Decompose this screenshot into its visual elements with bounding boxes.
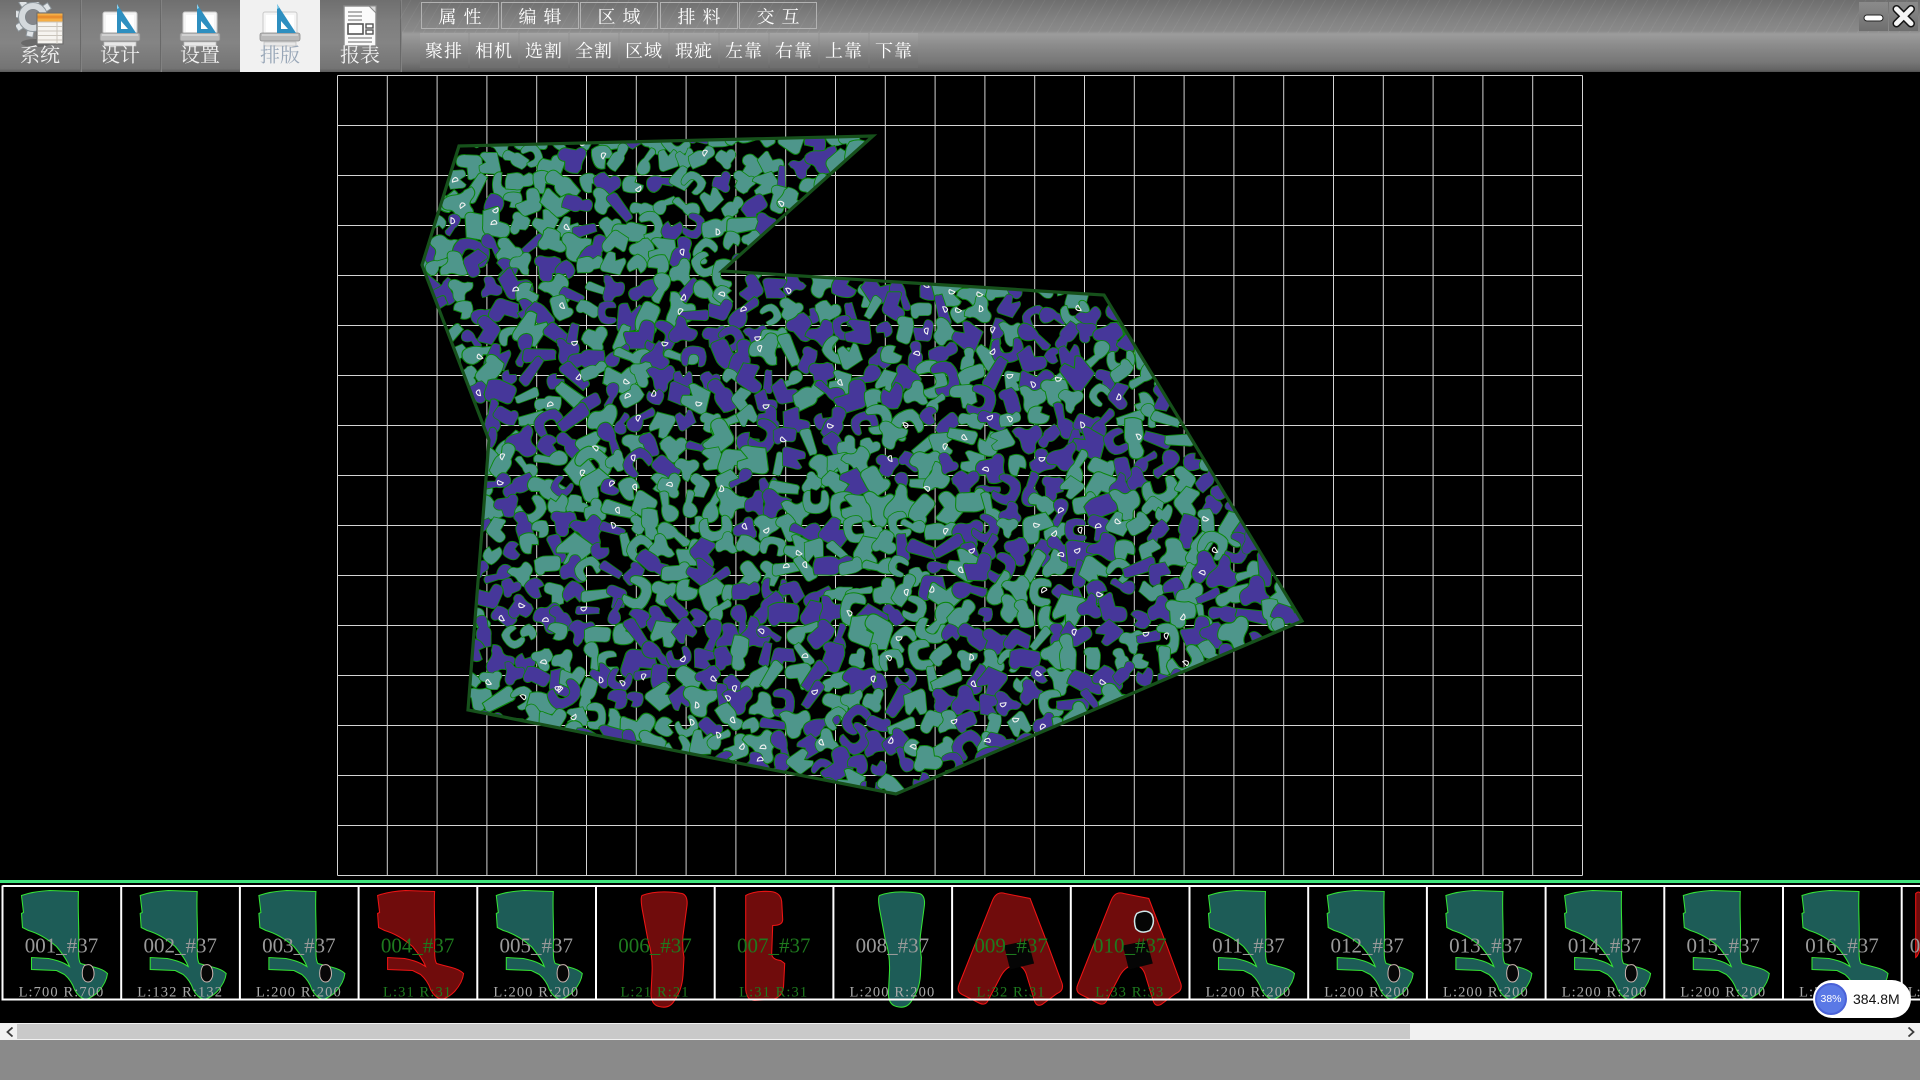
svg-text:008_#37: 008_#37 [856, 934, 930, 958]
svg-text:L:200 R:200: L:200 R:200 [256, 985, 342, 1001]
svg-text:L:200 R:200: L:200 R:200 [1324, 985, 1410, 1001]
svg-text:009_#37: 009_#37 [974, 934, 1048, 958]
svg-text:004_#37: 004_#37 [381, 934, 455, 958]
svg-text:005_#37: 005_#37 [500, 934, 574, 958]
svg-text:L:200 R:200: L:200 R:200 [1443, 985, 1529, 1001]
svg-text:L:32 R:31: L:32 R:31 [977, 985, 1046, 1001]
svg-text:L:200 R:200: L:200 R:200 [493, 985, 579, 1001]
svg-text:L:700 R:700: L:700 R:700 [19, 985, 105, 1001]
svg-text:L:31 R:31: L:31 R:31 [383, 985, 452, 1001]
svg-text:L:132 R:132: L:132 R:132 [137, 985, 223, 1001]
svg-text:L:200 R:200: L:200 R:200 [849, 985, 935, 1001]
svg-text:015_#37: 015_#37 [1687, 934, 1761, 958]
svg-text:006_#37: 006_#37 [618, 934, 692, 958]
svg-text:L:33 R:33: L:33 R:33 [1095, 985, 1164, 1001]
svg-text:014_#37: 014_#37 [1568, 934, 1642, 958]
svg-text:016_#37: 016_#37 [1805, 934, 1879, 958]
svg-text:0: 0 [1910, 934, 1920, 958]
svg-text:001_#37: 001_#37 [25, 934, 99, 958]
svg-text:010_#37: 010_#37 [1093, 934, 1167, 958]
svg-text:L:200 R:200: L:200 R:200 [1206, 985, 1292, 1001]
svg-text:002_#37: 002_#37 [143, 934, 217, 958]
svg-text:013_#37: 013_#37 [1449, 934, 1523, 958]
svg-text:L:200 R:200: L:200 R:200 [1562, 985, 1648, 1001]
svg-text:L:200 R:200: L:200 R:200 [1680, 985, 1766, 1001]
svg-text:L:31 R:31: L:31 R:31 [739, 985, 808, 1001]
svg-text:011_#37: 011_#37 [1212, 934, 1285, 958]
svg-text:003_#37: 003_#37 [262, 934, 336, 958]
svg-text:007_#37: 007_#37 [737, 934, 811, 958]
svg-text:L:21 R:21: L:21 R:21 [620, 985, 689, 1001]
svg-text:012_#37: 012_#37 [1330, 934, 1404, 958]
